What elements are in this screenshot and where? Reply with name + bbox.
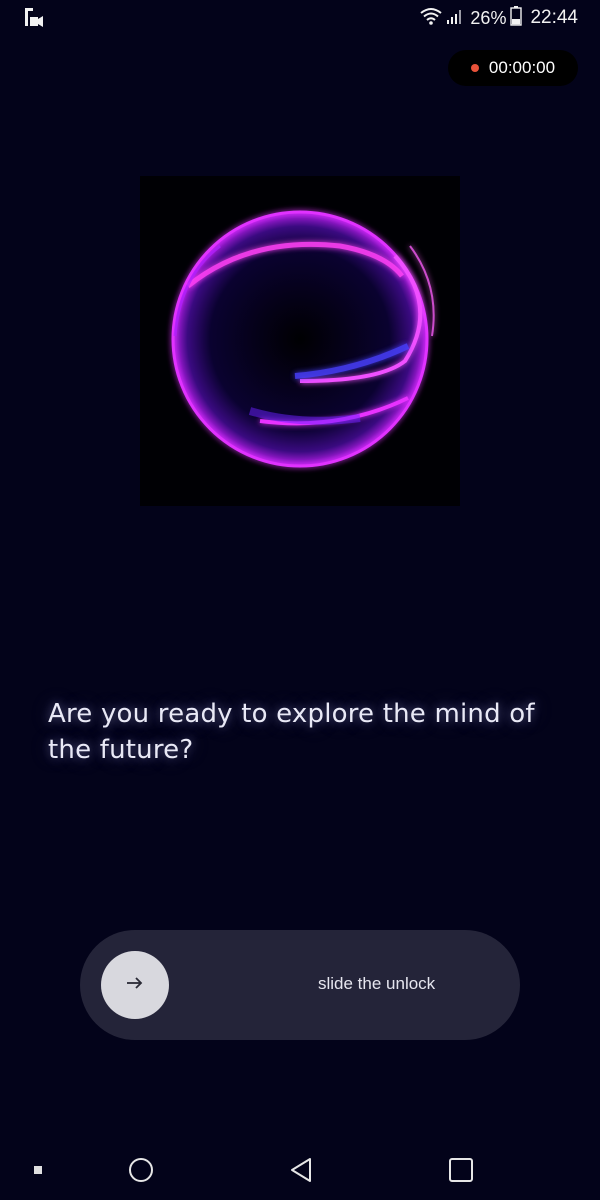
home-icon[interactable] — [116, 1140, 166, 1200]
slider-label: slide the unlock — [318, 974, 436, 993]
clock: 22:44 — [530, 7, 578, 28]
page-title: Are you ready to explore the mind of the… — [48, 699, 535, 765]
arrow-right-icon — [126, 976, 144, 995]
navigation-bar — [0, 1140, 600, 1200]
recents-icon[interactable] — [436, 1140, 486, 1200]
recording-timer-text: 00:00:00 — [488, 58, 556, 77]
orb-visual — [140, 176, 460, 506]
notification-dot-icon — [20, 1140, 56, 1200]
battery-percent: 26% — [470, 7, 507, 28]
status-bar: 26% 22:44 — [0, 0, 600, 36]
battery-icon — [510, 5, 523, 31]
recording-timer[interactable]: 00:00:00 — [448, 50, 578, 86]
wifi-icon — [420, 7, 443, 30]
slide-to-unlock[interactable]: slide the unlock — [80, 930, 520, 1040]
back-icon[interactable] — [276, 1140, 326, 1200]
slider-knob[interactable] — [101, 951, 169, 1019]
status-indicators: 26% 22:44 — [420, 5, 578, 31]
screen-record-icon — [22, 6, 46, 30]
recording-dot-icon — [470, 64, 479, 72]
signal-icon — [446, 7, 464, 30]
energy-orb-icon — [171, 210, 435, 468]
